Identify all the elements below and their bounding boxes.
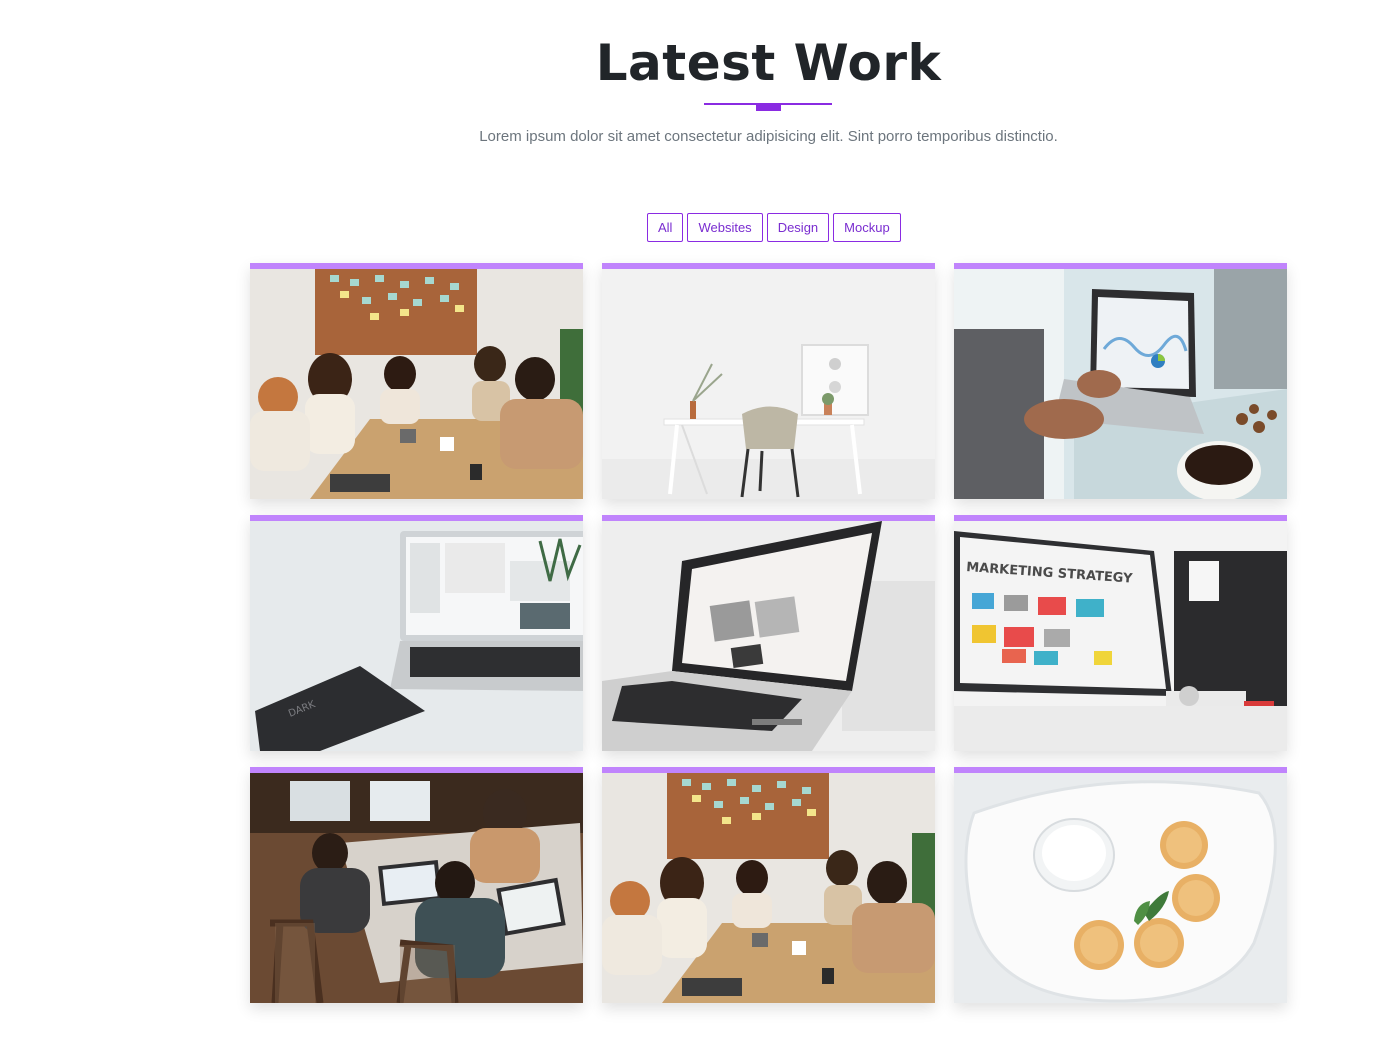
portfolio-item[interactable] xyxy=(250,263,583,499)
card-accent-bar xyxy=(602,263,935,269)
marketing-strategy-monitor-photo: MARKETING STRATEGY xyxy=(954,521,1287,751)
card-accent-bar xyxy=(250,767,583,773)
portfolio-item[interactable] xyxy=(602,767,935,1003)
portfolio-item[interactable] xyxy=(602,263,935,499)
portfolio-item[interactable] xyxy=(602,515,935,751)
filter-mockup-button[interactable]: Mockup xyxy=(833,213,901,242)
portfolio-item[interactable] xyxy=(954,263,1287,499)
filter-design-button[interactable]: Design xyxy=(766,213,830,242)
pancakes-plate-photo xyxy=(954,773,1287,1003)
card-accent-bar xyxy=(954,515,1287,521)
laptop-website-angle-photo xyxy=(602,521,935,751)
portfolio-item[interactable] xyxy=(954,767,1287,1003)
coworkers-laptops-table-photo xyxy=(250,773,583,1003)
team-meeting-handshake-photo xyxy=(250,269,583,499)
team-meeting-handshake-photo xyxy=(602,773,935,1003)
laptop-notebook-desk-photo: DARK xyxy=(250,521,583,751)
minimal-desk-chair-photo xyxy=(602,269,935,499)
card-accent-bar xyxy=(954,767,1287,773)
filter-all-button[interactable]: All xyxy=(647,213,684,242)
card-accent-bar xyxy=(250,263,583,269)
card-accent-bar xyxy=(250,515,583,521)
section-title: Latest Work xyxy=(595,34,942,92)
laptop-analytics-coffee-photo xyxy=(954,269,1287,499)
portfolio-item[interactable]: MARKETING STRATEGY xyxy=(954,515,1287,751)
section-subtitle: Lorem ipsum dolor sit amet consectetur a… xyxy=(479,128,1058,145)
card-accent-bar xyxy=(954,263,1287,269)
portfolio-filters: All Websites Design Mockup xyxy=(647,213,901,242)
portfolio-item[interactable]: DARK xyxy=(250,515,583,751)
title-underline-accent xyxy=(756,104,781,111)
card-accent-bar xyxy=(602,767,935,773)
portfolio-grid: DARK MARKETING STRATEGY xyxy=(250,263,1287,1003)
filter-websites-button[interactable]: Websites xyxy=(687,213,763,242)
portfolio-item[interactable] xyxy=(250,767,583,1003)
card-accent-bar xyxy=(602,515,935,521)
